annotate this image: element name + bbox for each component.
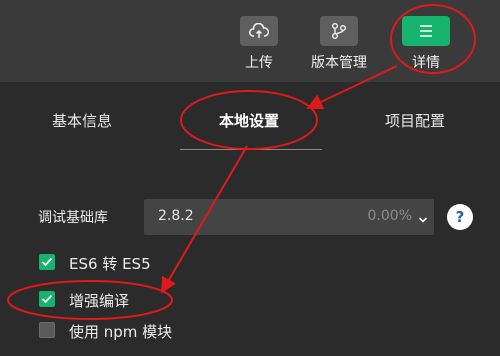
version-manage-button[interactable]: 版本管理 (311, 16, 367, 71)
tab-project-config[interactable]: 项目配置 (385, 110, 445, 131)
check-icon (41, 257, 53, 267)
npm-checkbox[interactable] (39, 322, 55, 338)
top-toolbar: 上传 版本管理 详情 (0, 0, 500, 82)
upload-button[interactable]: 上传 (240, 16, 278, 71)
details-label: 详情 (412, 55, 440, 71)
debug-lib-select[interactable]: 2.8.2 0.00% (144, 199, 434, 235)
cloud-upload-icon (240, 16, 278, 46)
version-manage-label: 版本管理 (311, 55, 367, 71)
es6-label: ES6 转 ES5 (69, 255, 151, 273)
debug-lib-usage: 0.00% (367, 208, 412, 224)
details-button[interactable]: 详情 (402, 16, 450, 71)
npm-label: 使用 npm 模块 (69, 323, 173, 341)
debug-lib-label: 调试基础库 (38, 210, 108, 226)
menu-icon (402, 16, 450, 46)
check-icon (41, 294, 53, 304)
branch-icon (320, 16, 358, 46)
help-icon[interactable]: ? (447, 204, 473, 230)
tab-basic-info[interactable]: 基本信息 (52, 110, 112, 131)
enhanced-compile-checkbox[interactable] (39, 291, 55, 307)
debug-lib-version: 2.8.2 (158, 208, 194, 224)
upload-label: 上传 (245, 55, 273, 71)
active-tab-underline (180, 149, 322, 150)
help-symbol: ? (455, 208, 465, 226)
enhanced-compile-label: 增强编译 (69, 292, 130, 310)
tab-local-settings[interactable]: 本地设置 (219, 110, 279, 131)
es6-checkbox[interactable] (39, 254, 55, 270)
chevron-down-icon (418, 210, 428, 229)
